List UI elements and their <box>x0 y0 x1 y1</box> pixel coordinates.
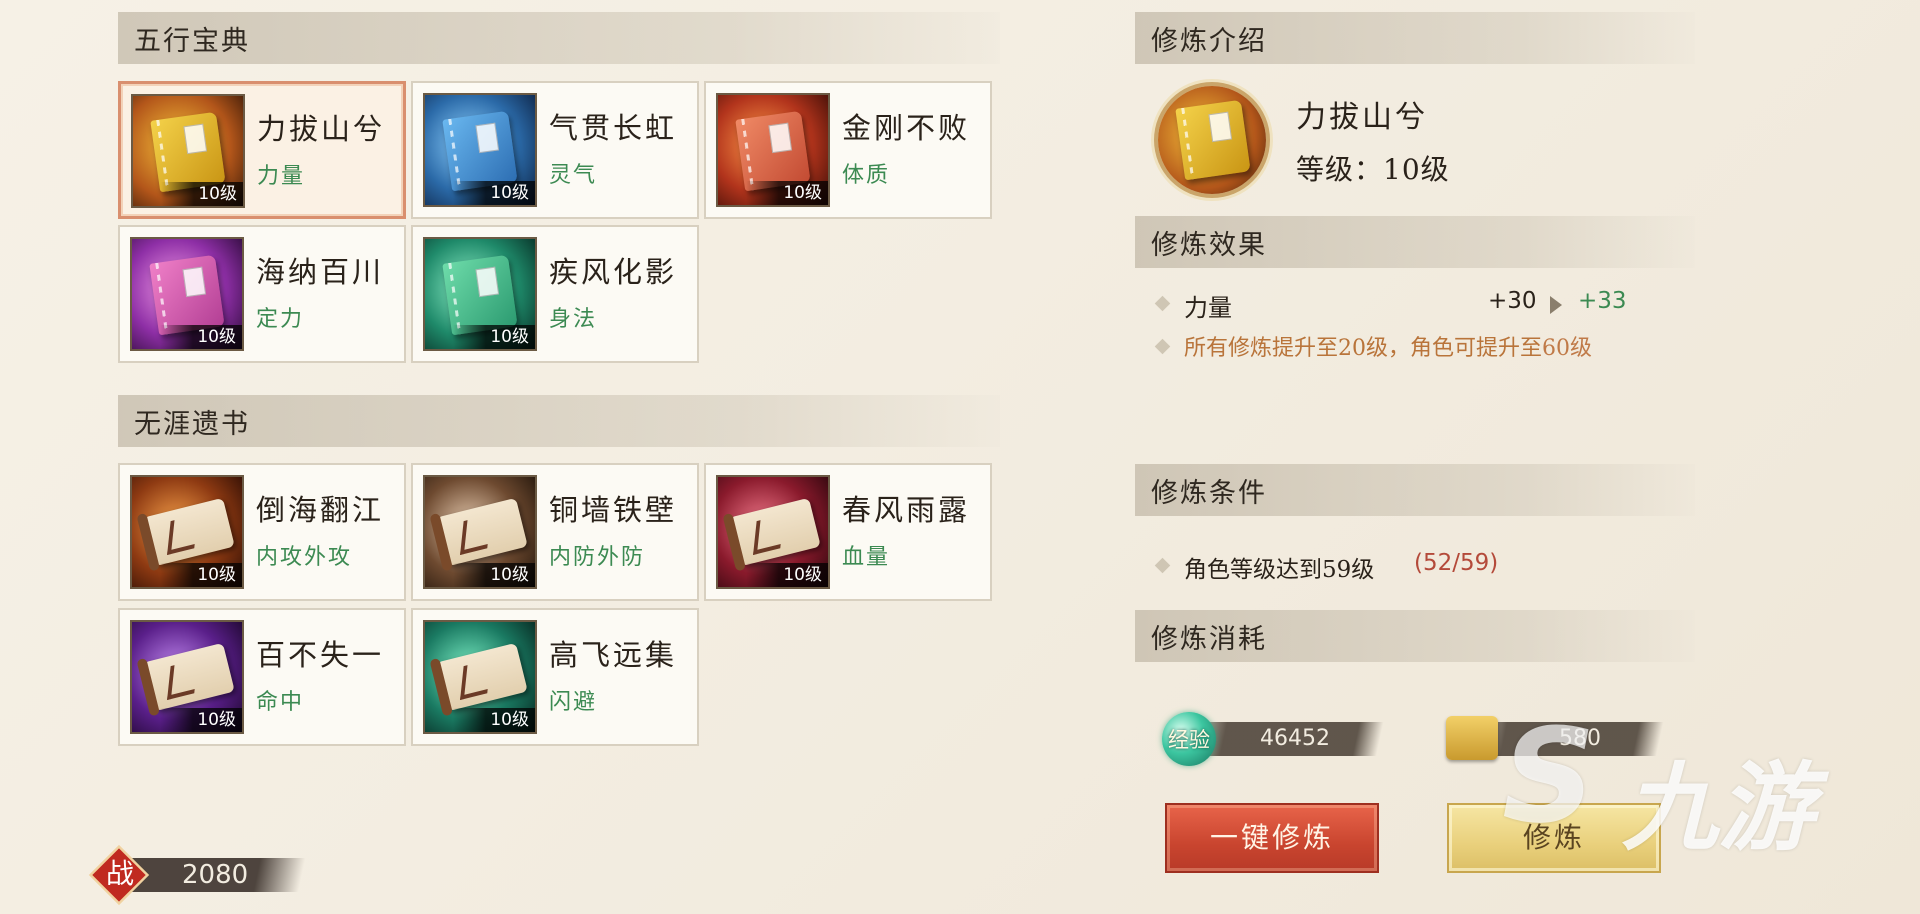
skill-card-hai-na-bai-chuan[interactable]: 10级 海纳百川 定力 <box>118 225 406 363</box>
purple-scroll-icon <box>143 642 235 712</box>
exp-cost-value: 46452 <box>1260 726 1330 751</box>
skill-level: 10级 <box>160 325 242 349</box>
skill-card-ji-feng-hua-ying[interactable]: 10级 疾风化影 身法 <box>411 225 699 363</box>
skill-thumb: 10级 <box>423 93 537 207</box>
selected-skill-level: 等级：10级 <box>1296 153 1450 186</box>
intro-header-title: 修炼介绍 <box>1151 25 1267 57</box>
skill-name: 春风雨露 <box>842 493 971 527</box>
teal-scroll-icon <box>436 642 528 712</box>
skill-name: 力拔山兮 <box>257 112 386 146</box>
skill-attribute: 内防外防 <box>549 545 646 570</box>
effect-header-title: 修炼效果 <box>1151 229 1267 261</box>
skill-thumb: 10级 <box>423 475 537 589</box>
skill-card-gao-fei-yuan-ji[interactable]: 10级 高飞远集 闪避 <box>411 608 699 746</box>
selected-skill-name: 力拔山兮 <box>1296 100 1428 135</box>
skill-name: 高飞远集 <box>549 638 678 672</box>
section-title-wuya: 无涯遗书 <box>134 408 250 440</box>
skill-level: 10级 <box>161 182 243 206</box>
skill-level: 10级 <box>453 325 535 349</box>
section-header-wuya: 无涯遗书 <box>118 395 1000 447</box>
bullet-icon <box>1154 295 1171 312</box>
arrow-right-icon <box>1550 296 1562 314</box>
combat-power: 战 2080 <box>92 848 312 902</box>
skill-thumb: 10级 <box>130 475 244 589</box>
skill-attribute: 血量 <box>842 545 891 570</box>
skill-card-li-ba-shan-xi[interactable]: 10级 力拔山兮 力量 <box>118 81 406 219</box>
skill-attribute: 体质 <box>842 163 891 188</box>
skill-attribute: 灵气 <box>549 163 598 188</box>
skill-thumb: 10级 <box>130 620 244 734</box>
skill-thumb: 10级 <box>130 237 244 351</box>
skill-attribute: 力量 <box>257 164 306 189</box>
blue-book-icon <box>442 110 518 192</box>
skill-thumb: 10级 <box>716 475 830 589</box>
skill-name: 倒海翻江 <box>256 493 385 527</box>
orange-scroll-icon <box>143 497 235 567</box>
cost-header-title: 修炼消耗 <box>1151 623 1267 655</box>
skill-name: 金刚不败 <box>842 111 971 145</box>
purple-book-icon <box>149 254 225 336</box>
skill-attribute: 命中 <box>256 690 305 715</box>
skill-thumb: 10级 <box>131 94 245 208</box>
skill-attribute: 闪避 <box>549 690 598 715</box>
auto-train-button[interactable]: 一键修炼 <box>1165 803 1379 873</box>
skill-level: 10级 <box>160 708 242 732</box>
section-title-wuxing: 五行宝典 <box>134 25 250 57</box>
skill-card-qi-guan-chang-hong[interactable]: 10级 气贯长虹 灵气 <box>411 81 699 219</box>
skill-name: 疾风化影 <box>549 255 678 289</box>
jiuyou-watermark: S 九游 <box>1502 700 1902 870</box>
intro-header: 修炼介绍 <box>1135 12 1695 64</box>
skill-thumb: 10级 <box>716 93 830 207</box>
watermark-s-icon: S <box>1502 700 1596 852</box>
scroll-resource-icon <box>1446 716 1498 760</box>
skill-level: 10级 <box>453 181 535 205</box>
bullet-icon <box>1154 557 1171 574</box>
skill-card-jin-gang-bu-bai[interactable]: 10级 金刚不败 体质 <box>704 81 992 219</box>
effect-note: 所有修炼提升至20级，角色可提升至60级 <box>1184 330 1592 362</box>
skill-name: 气贯长虹 <box>549 111 678 145</box>
green-book-icon <box>442 254 518 336</box>
skill-level: 10级 <box>453 708 535 732</box>
exp-label: 经验 <box>1168 728 1210 752</box>
skill-attribute: 身法 <box>549 307 598 332</box>
skill-level: 10级 <box>453 563 535 587</box>
effect-note-value: 60级 <box>1542 336 1592 361</box>
skill-name: 海纳百川 <box>256 255 385 289</box>
bullet-icon <box>1154 338 1171 355</box>
condition-text: 角色等级达到59级 <box>1184 557 1375 583</box>
skill-level: 10级 <box>746 563 828 587</box>
skill-card-chun-feng-yu-lu[interactable]: 10级 春风雨露 血量 <box>704 463 992 601</box>
skill-attribute: 定力 <box>256 307 305 332</box>
watermark-text: 九游 <box>1622 752 1814 864</box>
yellow-book-icon <box>150 111 226 193</box>
combat-power-label: 战 <box>105 857 134 890</box>
effect-to-value: +33 <box>1578 288 1627 314</box>
yellow-book-icon <box>1175 99 1251 181</box>
skill-level: 10级 <box>746 181 828 205</box>
skill-name: 百不失一 <box>256 638 385 672</box>
effect-stat-label: 力量 <box>1184 294 1232 322</box>
condition-progress: (52/59) <box>1414 550 1499 576</box>
crimson-scroll-icon <box>729 497 821 567</box>
effect-note-prefix: 所有修炼提升至20级，角色可提升至 <box>1184 336 1542 361</box>
cost-header: 修炼消耗 <box>1135 610 1695 662</box>
selected-skill-icon <box>1158 86 1266 194</box>
skill-card-tong-qiang-tie-bi[interactable]: 10级 铜墙铁壁 内防外防 <box>411 463 699 601</box>
effect-from-value: +30 <box>1488 288 1537 314</box>
effect-header: 修炼效果 <box>1135 216 1695 268</box>
condition-header: 修炼条件 <box>1135 464 1695 516</box>
skill-attribute: 内攻外攻 <box>256 545 353 570</box>
combat-power-value: 2080 <box>182 860 249 890</box>
condition-header-title: 修炼条件 <box>1151 477 1267 509</box>
section-header-wuxing: 五行宝典 <box>118 12 1000 64</box>
red-book-icon <box>735 110 811 192</box>
skill-thumb: 10级 <box>423 620 537 734</box>
skill-level: 10级 <box>160 563 242 587</box>
skill-card-dao-hai-fan-jiang[interactable]: 10级 倒海翻江 内攻外攻 <box>118 463 406 601</box>
skill-thumb: 10级 <box>423 237 537 351</box>
skill-card-bai-bu-shi-yi[interactable]: 10级 百不失一 命中 <box>118 608 406 746</box>
skill-name: 铜墙铁壁 <box>549 493 678 527</box>
bronze-scroll-icon <box>436 497 528 567</box>
